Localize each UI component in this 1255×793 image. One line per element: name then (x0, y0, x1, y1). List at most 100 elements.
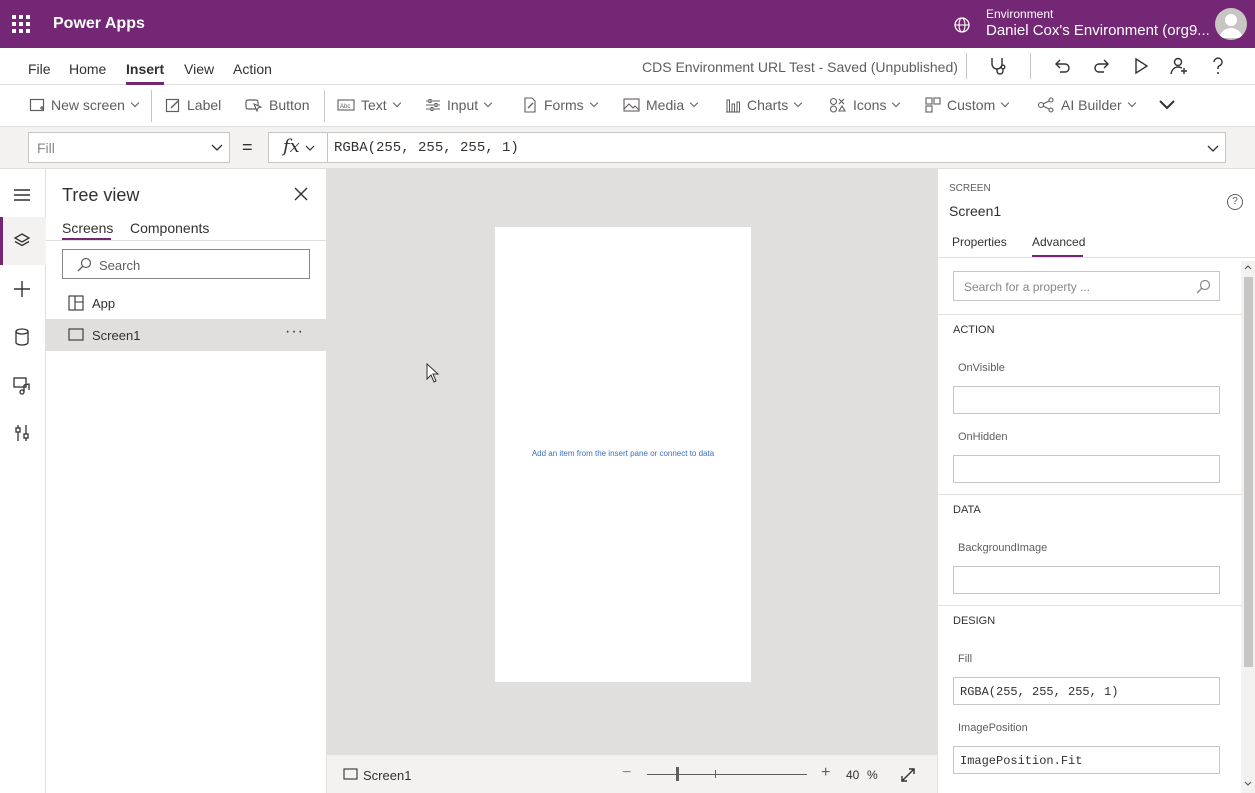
fx-icon: fx (283, 136, 300, 157)
property-dropdown[interactable]: Fill (28, 132, 230, 163)
fill-input[interactable]: RGBA(255, 255, 255, 1) (953, 677, 1220, 705)
media-dropdown-label: Media (646, 97, 685, 113)
menu-insert[interactable]: Insert (126, 61, 164, 77)
stethoscope-icon[interactable] (988, 56, 1008, 76)
forms-dropdown-label: Forms (544, 97, 584, 113)
onhidden-input[interactable] (953, 455, 1220, 483)
tree-item-app[interactable]: App (46, 287, 326, 319)
user-icon (1219, 14, 1243, 38)
onvisible-input[interactable] (953, 386, 1220, 414)
forms-dropdown[interactable]: Forms (522, 97, 598, 113)
plus-icon[interactable] (12, 279, 32, 299)
scroll-down-icon[interactable] (1244, 781, 1252, 787)
backgroundimage-input[interactable] (953, 566, 1220, 594)
app-launcher-icon[interactable] (12, 15, 30, 33)
redo-icon[interactable] (1092, 56, 1112, 76)
help-icon[interactable]: ? (1227, 194, 1243, 210)
expand-ribbon-chevron-icon[interactable] (1158, 99, 1176, 111)
section-action: ACTION (953, 324, 995, 336)
media-icon[interactable] (12, 375, 32, 395)
hamburger-menu-icon[interactable] (12, 185, 32, 205)
ai-builder-dropdown[interactable]: AI Builder (1037, 97, 1136, 113)
menu-file[interactable]: File (28, 61, 51, 77)
play-icon[interactable] (1131, 56, 1151, 76)
menu-action[interactable]: Action (233, 61, 272, 77)
chevron-down-icon (305, 145, 315, 151)
charts-dropdown[interactable]: Charts (725, 97, 803, 113)
share-user-icon[interactable] (1169, 56, 1189, 76)
expand-formula-chevron-icon[interactable] (1207, 145, 1219, 153)
imageposition-label: ImagePosition (958, 722, 1028, 734)
zoom-in-button[interactable]: + (821, 764, 830, 782)
tree-search-placeholder: Search (99, 258, 141, 273)
menu-home[interactable]: Home (69, 61, 106, 77)
zoom-slider[interactable] (647, 774, 807, 775)
scrollbar-thumb[interactable] (1244, 277, 1253, 667)
zoom-value: 40 (846, 768, 860, 782)
scroll-up-icon[interactable] (1244, 264, 1252, 270)
property-search-placeholder: Search for a property ... (964, 280, 1091, 294)
chevron-down-icon (211, 144, 223, 151)
label-button[interactable]: Label (165, 97, 221, 113)
menu-view[interactable]: View (184, 61, 214, 77)
property-dropdown-value: Fill (37, 140, 55, 156)
svg-text:Abc: Abc (340, 104, 350, 110)
tab-advanced[interactable]: Advanced (1032, 235, 1085, 249)
design-canvas[interactable]: Add an item from the insert pane or conn… (327, 169, 937, 754)
imageposition-value: ImagePosition.Fit (960, 754, 1083, 768)
property-search-input[interactable]: Search for a property ... (953, 271, 1220, 301)
help-icon[interactable] (1208, 56, 1228, 76)
button-button[interactable]: Button (245, 97, 309, 113)
environment-name[interactable]: Daniel Cox's Environment (org9... (986, 22, 1210, 39)
function-button[interactable]: fx (268, 132, 328, 163)
input-dropdown-label: Input (447, 97, 479, 113)
properties-scrollbar[interactable] (1241, 261, 1255, 793)
current-screen-label[interactable]: Screen1 (363, 768, 411, 783)
more-options-icon[interactable]: ··· (285, 323, 304, 341)
divider (46, 240, 326, 241)
fit-to-window-icon[interactable] (900, 767, 916, 783)
screen1-canvas[interactable]: Add an item from the insert pane or conn… (495, 227, 751, 682)
left-rail (0, 169, 46, 793)
tab-screens[interactable]: Screens (62, 220, 113, 236)
tab-components[interactable]: Components (130, 220, 209, 236)
search-icon (77, 257, 92, 272)
tree-search-input[interactable]: Search (62, 249, 310, 279)
label-button-label: Label (187, 97, 222, 113)
avatar[interactable] (1215, 8, 1247, 40)
new-screen-button[interactable]: New screen (29, 97, 140, 113)
text-dropdown[interactable]: Abc Text (337, 97, 401, 113)
tree-view-panel: Tree view Screens Components Search App … (46, 169, 327, 793)
zoom-unit: % (867, 768, 878, 782)
empty-screen-hint[interactable]: Add an item from the insert pane or conn… (495, 449, 751, 458)
advanced-tools-icon[interactable] (12, 423, 32, 443)
formula-input[interactable]: RGBA(255, 255, 255, 1) (327, 132, 1226, 163)
zoom-slider-thumb[interactable] (676, 767, 679, 781)
zoom-out-button[interactable]: − (622, 764, 631, 782)
new-screen-label: New screen (51, 97, 125, 113)
input-dropdown[interactable]: Input (425, 97, 493, 113)
bar-chart-icon (726, 99, 740, 113)
text-dropdown-label: Text (361, 97, 387, 113)
media-dropdown[interactable]: Media (623, 97, 699, 113)
database-icon[interactable] (12, 327, 32, 347)
tree-item-screen1[interactable]: Screen1 ··· (46, 319, 326, 351)
divider (151, 90, 152, 122)
globe-icon[interactable] (953, 16, 971, 34)
tab-properties[interactable]: Properties (952, 235, 1007, 249)
ai-builder-icon (1037, 97, 1054, 113)
imageposition-input[interactable]: ImagePosition.Fit (953, 746, 1220, 774)
close-icon[interactable] (294, 187, 308, 201)
cursor-click-icon (245, 99, 263, 113)
app-title[interactable]: Power Apps (53, 15, 145, 33)
tree-item-app-label: App (92, 296, 116, 311)
screen-icon (68, 328, 84, 341)
divider (938, 494, 1241, 495)
icons-dropdown[interactable]: Icons (829, 97, 901, 113)
tree-view-rail-button[interactable] (0, 217, 46, 265)
undo-icon[interactable] (1052, 56, 1072, 76)
form-icon (524, 97, 536, 113)
properties-panel: SCREEN Screen1 ? Properties Advanced Sea… (937, 169, 1255, 793)
custom-dropdown[interactable]: Custom (925, 97, 1010, 113)
component-icon (925, 97, 941, 113)
